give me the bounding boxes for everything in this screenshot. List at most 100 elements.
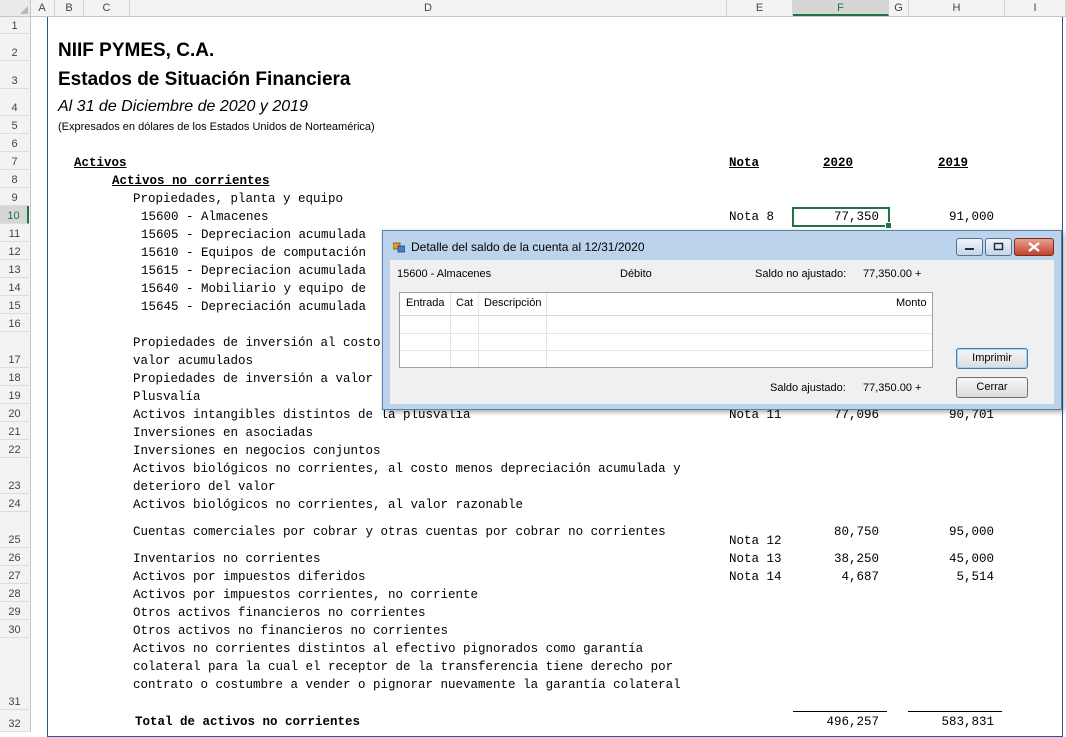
value-2019-cell: 90,701 [948,408,994,422]
column-header-f[interactable]: F [793,0,889,16]
column-header-g[interactable]: G [889,0,909,16]
value-2019-cell: 5,514 [956,570,994,584]
total-label: Total de activos no corrientes [135,715,361,729]
row-header[interactable]: 4 [0,89,29,116]
close-button[interactable]: Cerrar [956,377,1028,398]
nota-cell: Nota 11 [729,408,782,422]
column-header-bar: A B C D E F G H I [0,0,1066,17]
row-header[interactable]: 7 [0,152,29,170]
row-header[interactable]: 18 [0,368,29,386]
line-text: Inventarios no corrientes [133,552,321,566]
column-header-b[interactable]: B [55,0,84,16]
row-header[interactable]: 12 [0,242,29,260]
row-header[interactable]: 25 [0,512,29,548]
value-2020-cell: 77,096 [833,408,879,422]
line-text: deterioro del valor [133,480,276,494]
app-window-icon [393,242,405,253]
company-name: NIIF PYMES, C.A. [58,40,215,61]
line-text: Activos no corrientes distintos al efect… [133,642,644,656]
row-header[interactable]: 32 [0,710,29,732]
close-window-button[interactable] [1014,238,1054,256]
row-header[interactable]: 15 [0,296,29,314]
row-header[interactable]: 30 [0,620,29,638]
adjusted-balance-value: 77,350.00 + [863,382,922,394]
account-line: 15610 - Equipos de computación [141,246,367,260]
row-header[interactable]: 8 [0,170,29,188]
dialog-title: Detalle del saldo de la cuenta al 12/31/… [411,240,645,254]
value-2019-cell: 95,000 [948,525,994,539]
column-header-a[interactable]: A [30,0,55,16]
row-header[interactable]: 14 [0,278,29,296]
row-header[interactable]: 13 [0,260,29,278]
dialog-title-bar[interactable]: Detalle del saldo de la cuenta al 12/31/… [383,231,1061,261]
print-button[interactable]: Imprimir [956,348,1028,369]
grid-divider [478,293,479,367]
row-header[interactable]: 26 [0,548,29,566]
column-header-h[interactable]: H [909,0,1005,16]
maximize-icon [993,242,1004,251]
unadjusted-balance-label: Saldo no ajustado: [755,268,847,280]
currency-note: (Expresados en dólares de los Estados Un… [58,121,375,133]
column-header-i[interactable]: I [1005,0,1066,16]
nota-cell: Nota 8 [729,210,775,224]
row-header[interactable]: 22 [0,440,29,458]
subtotal-line-2020 [793,711,887,712]
row-header[interactable]: 29 [0,602,29,620]
entries-grid[interactable]: Entrada Cat Descripción Monto [399,292,933,368]
row-header[interactable]: 27 [0,566,29,584]
grid-divider [546,293,547,367]
row-header[interactable]: 17 [0,332,29,368]
row-header[interactable]: 5 [0,116,29,134]
line-text: Activos intangibles distintos de la plus… [133,408,471,422]
line-text: Activos biológicos no corrientes, al val… [133,498,524,512]
row-header[interactable]: 23 [0,458,29,494]
row-header[interactable]: 2 [0,34,29,61]
minimize-icon [965,248,974,250]
year-2020-header: 2020 [823,156,854,170]
total-2020-cell: 496,257 [826,715,879,729]
value-2019-cell: 45,000 [948,552,994,566]
row-header[interactable]: 9 [0,188,29,206]
row-header[interactable]: 24 [0,494,29,512]
row-header[interactable]: 19 [0,386,29,404]
row-header[interactable]: 11 [0,224,29,242]
grid-col-monto[interactable]: Monto [896,297,927,309]
row-header[interactable]: 31 [0,638,29,710]
grid-divider [450,293,451,367]
value-2019-cell: 91,000 [948,210,994,224]
select-all-corner[interactable] [0,0,31,16]
grid-col-descripcion[interactable]: Descripción [484,297,541,309]
row-header[interactable]: 6 [0,134,29,152]
account-balance-detail-dialog: Detalle del saldo de la cuenta al 12/31/… [382,230,1062,410]
maximize-button[interactable] [985,238,1012,256]
nota-cell: Nota 14 [729,570,782,584]
grid-col-cat[interactable]: Cat [456,297,473,309]
grid-divider [400,333,932,334]
close-icon [1028,242,1040,252]
value-2020-cell: 80,750 [833,525,879,539]
year-2019-header: 2019 [938,156,969,170]
line-text: Propiedades de inversión a valor [133,372,374,386]
column-header-d[interactable]: D [130,0,727,16]
row-header[interactable]: 1 [0,17,29,34]
row-header[interactable]: 28 [0,584,29,602]
grid-col-entrada[interactable]: Entrada [406,297,445,309]
row-header[interactable]: 3 [0,61,29,89]
grid-header-row: Entrada Cat Descripción Monto [400,293,932,316]
value-2020-cell: 4,687 [841,570,879,584]
column-header-e[interactable]: E [727,0,793,16]
line-text: Plusvalía [133,390,201,404]
row-header[interactable]: 21 [0,422,29,440]
row-header[interactable]: 16 [0,314,29,332]
subtotal-line-2019 [908,711,1002,712]
line-text: Inversiones en negocios conjuntos [133,444,381,458]
column-header-c[interactable]: C [84,0,130,16]
total-2019-cell: 583,831 [941,715,994,729]
account-name-label: 15600 - Almacenes [397,268,492,280]
row-header-selected[interactable]: 10 [0,206,29,224]
activos-heading: Activos [74,156,127,170]
row-header[interactable]: 20 [0,404,29,422]
minimize-button[interactable] [956,238,983,256]
account-line: 15645 - Depreciación acumulada [141,300,367,314]
line-text: Cuentas comerciales por cobrar y otras c… [133,525,666,539]
